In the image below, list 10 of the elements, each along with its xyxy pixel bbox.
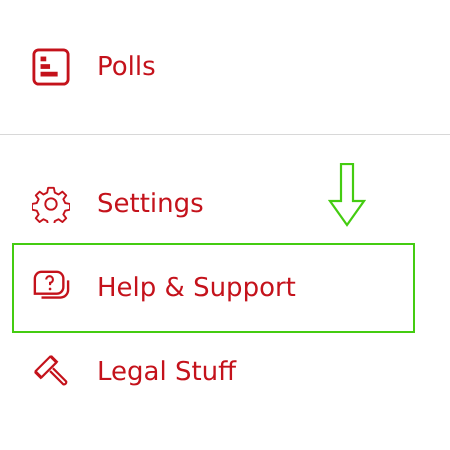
menu-item[interactable]: Polls bbox=[12, 25, 415, 109]
menu-item[interactable]: Settings bbox=[12, 162, 415, 246]
poll-chart-icon bbox=[32, 48, 70, 86]
menu-item-label: Legal Stuff bbox=[97, 357, 236, 387]
menu-item-label: Polls bbox=[97, 52, 156, 82]
settings-icon bbox=[32, 185, 70, 223]
menu-item-label: Settings bbox=[97, 189, 204, 219]
menu-item-label: Help & Support bbox=[97, 273, 296, 303]
down-arrow-icon bbox=[328, 163, 366, 227]
menu-item[interactable]: Legal Stuff bbox=[12, 330, 415, 414]
